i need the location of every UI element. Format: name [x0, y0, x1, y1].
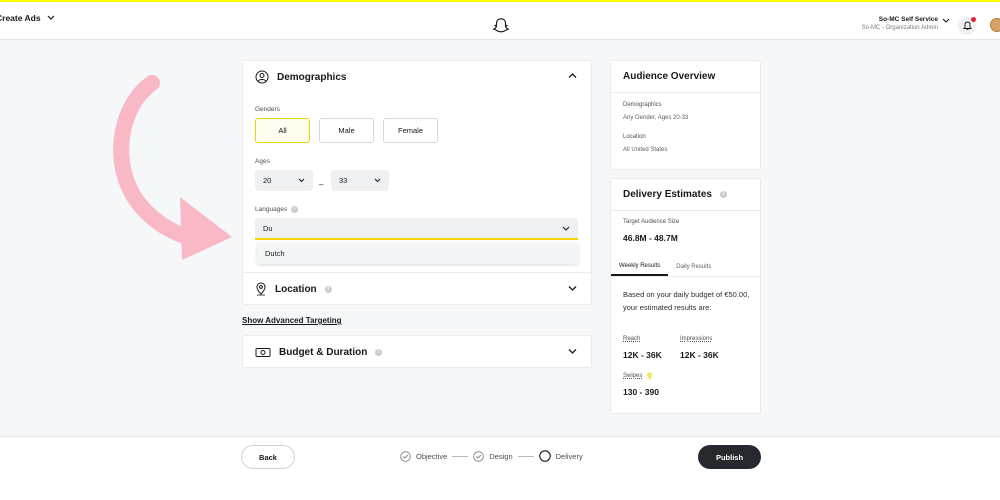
- publish-button[interactable]: Publish: [698, 445, 761, 469]
- info-icon[interactable]: i: [324, 285, 332, 293]
- main-content: Demographics Genders All Male Female Age…: [0, 40, 1000, 463]
- bottom-bar: Back Objective Design Delivery Publish: [0, 436, 1000, 500]
- pink-arrow-annotation: [113, 75, 232, 260]
- chevron-up-icon[interactable]: [568, 72, 577, 79]
- back-button[interactable]: Back: [241, 445, 295, 469]
- location-title: Location: [275, 283, 317, 295]
- check-circle-icon: [473, 450, 485, 462]
- chevron-down-icon[interactable]: [568, 285, 577, 292]
- ao-location-value: All United States: [623, 147, 668, 153]
- snapchat-ghost-icon[interactable]: [492, 17, 510, 35]
- org-name: So-MC Self Service: [878, 16, 938, 23]
- notification-badge: [971, 17, 976, 22]
- lightbulb-icon[interactable]: [646, 372, 653, 380]
- impressions-label: Impressions: [680, 336, 713, 342]
- language-suggestion-dutch[interactable]: Dutch: [257, 243, 578, 264]
- ao-demographics-value: Any Gender, Ages 20-33: [623, 115, 689, 121]
- swipes-label-row: Swipes: [623, 372, 653, 380]
- tab-daily-results[interactable]: Daily Results: [668, 257, 719, 276]
- languages-query: Du: [263, 223, 273, 233]
- org-switcher[interactable]: So-MC Self Service So-MC - Organization …: [862, 16, 938, 31]
- audience-overview-title: Audience Overview: [611, 61, 760, 93]
- current-step-circle-icon: [538, 450, 551, 462]
- target-size-value: 46.8M - 48.7M: [623, 233, 678, 243]
- chevron-down-icon: [562, 226, 570, 231]
- language-suggestion-label: Dutch: [265, 249, 285, 258]
- ao-demographics-label: Demographics: [623, 102, 662, 108]
- age-min-select[interactable]: 20: [255, 170, 313, 191]
- delivery-estimates-header: Delivery Estimates i: [611, 179, 760, 211]
- gender-female-button[interactable]: Female: [383, 118, 438, 143]
- impressions-value: 12K - 36K: [680, 350, 719, 360]
- create-ads-label: Create Ads: [0, 13, 41, 23]
- bell-icon: [962, 21, 972, 30]
- demographics-header[interactable]: Demographics: [243, 61, 591, 93]
- ages-label: Ages: [255, 158, 270, 165]
- age-max-select[interactable]: 33: [331, 170, 389, 191]
- info-icon[interactable]: i: [291, 206, 299, 213]
- chevron-down-icon[interactable]: [568, 348, 577, 355]
- results-tabs: Weekly Results Daily Results: [611, 257, 760, 277]
- tab-weekly-results[interactable]: Weekly Results: [611, 257, 669, 276]
- budget-duration-card[interactable]: Budget & Duration i: [242, 335, 592, 368]
- ao-location-label: Location: [623, 134, 646, 140]
- top-bar: Create Ads So-MC Self Service So-MC - Or…: [0, 0, 1000, 40]
- budget-header[interactable]: Budget & Duration i: [243, 336, 591, 368]
- step-divider: [452, 455, 469, 457]
- delivery-estimates-title: Delivery Estimates: [623, 189, 712, 200]
- step-objective[interactable]: Objective: [416, 452, 447, 461]
- age-min-value: 20: [263, 176, 272, 185]
- languages-label: Languages: [255, 206, 288, 213]
- step-divider: [517, 455, 534, 457]
- genders-label: Genders: [255, 106, 280, 113]
- location-header[interactable]: Location i: [243, 273, 591, 305]
- info-icon[interactable]: i: [719, 191, 727, 198]
- show-advanced-targeting-link[interactable]: Show Advanced Targeting: [242, 316, 342, 325]
- progress-steps: Objective Design Delivery: [400, 450, 583, 462]
- org-role: So-MC - Organization Admin: [861, 25, 938, 31]
- step-delivery[interactable]: Delivery: [556, 452, 583, 461]
- money-icon: [255, 347, 271, 357]
- step-design[interactable]: Design: [489, 452, 512, 461]
- demographics-title: Demographics: [277, 71, 347, 83]
- audience-overview-card: Audience Overview Demographics Any Gende…: [610, 60, 761, 170]
- org-chevron-down-icon[interactable]: [942, 18, 950, 24]
- budget-description: Based on your daily budget of €50.00, yo…: [623, 290, 750, 312]
- gender-all-button[interactable]: All: [255, 118, 310, 143]
- age-separator: –: [319, 180, 324, 189]
- swipes-value: 130 - 390: [623, 387, 659, 397]
- gender-male-button[interactable]: Male: [319, 118, 374, 143]
- user-avatar[interactable]: [990, 18, 1000, 32]
- delivery-estimates-card: Delivery Estimates i Target Audience Siz…: [610, 178, 761, 414]
- create-ads-menu[interactable]: Create Ads: [0, 13, 55, 23]
- target-size-label: Target Audience Size: [623, 219, 680, 225]
- notifications-button[interactable]: [958, 17, 976, 35]
- chevron-down-icon: [298, 178, 305, 183]
- languages-input[interactable]: Du: [255, 218, 578, 240]
- reach-label: Reach: [623, 336, 641, 342]
- user-circle-icon: [255, 70, 269, 84]
- swipes-label: Swipes: [623, 373, 643, 379]
- check-circle-icon: [400, 450, 411, 462]
- age-max-value: 33: [339, 176, 348, 185]
- languages-label-row: Languages i: [255, 206, 299, 213]
- budget-title: Budget & Duration: [279, 346, 368, 358]
- reach-value: 12K - 36K: [623, 350, 662, 360]
- chevron-down-icon: [47, 15, 55, 20]
- location-card[interactable]: Location i: [242, 272, 592, 305]
- info-icon[interactable]: i: [375, 348, 383, 356]
- chevron-down-icon: [374, 178, 381, 183]
- map-pin-icon: [256, 282, 266, 296]
